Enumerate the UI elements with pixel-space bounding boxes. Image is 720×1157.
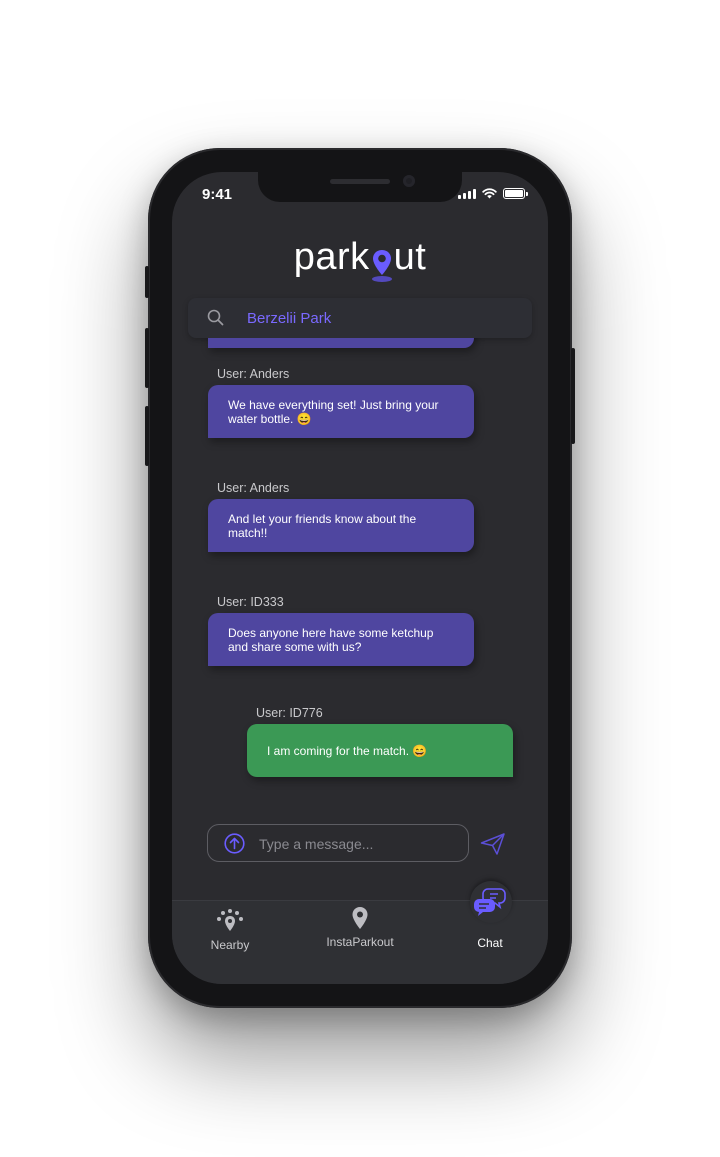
status-icons xyxy=(458,188,528,199)
phone-frame: 9:41 park ut Berzelii Park User: Anders … xyxy=(145,148,575,1008)
message-text: I am coming for the match. 😄 xyxy=(267,744,428,758)
tab-nearby[interactable]: Nearby xyxy=(200,908,260,952)
notch xyxy=(258,172,462,202)
message-input[interactable]: Type a message... xyxy=(207,824,469,862)
battery-tip xyxy=(526,191,528,196)
message-placeholder: Type a message... xyxy=(259,836,374,852)
message-username: User: ID333 xyxy=(217,595,284,609)
parkout-logo: park ut xyxy=(172,236,548,282)
search-input[interactable]: Berzelii Park xyxy=(247,310,331,327)
speaker xyxy=(330,179,390,184)
chat-fab[interactable] xyxy=(470,881,512,923)
bottom-tab-bar: Nearby InstaParkout Chat xyxy=(172,881,548,984)
logo-pin-icon xyxy=(371,247,393,282)
message-text: We have everything set! Just bring your … xyxy=(228,398,439,426)
upload-icon[interactable] xyxy=(224,833,245,854)
message-text: Does anyone here have some ketchup and s… xyxy=(228,626,434,654)
send-icon[interactable] xyxy=(480,832,506,856)
front-camera xyxy=(403,175,415,187)
search-icon xyxy=(207,309,224,326)
cellular-signal-icon xyxy=(458,188,476,199)
battery-icon xyxy=(503,188,525,199)
logo-text-right: ut xyxy=(393,236,427,278)
tab-instaparkout[interactable]: InstaParkout xyxy=(310,906,410,949)
power-button xyxy=(571,348,575,444)
message-bubble: And let your friends know about the matc… xyxy=(208,499,474,552)
message-username: User: Anders xyxy=(217,367,290,381)
volume-down-button xyxy=(145,406,149,466)
message-username: User: ID776 xyxy=(256,706,323,720)
location-pin-icon xyxy=(352,907,368,929)
volume-up-button xyxy=(145,328,149,388)
chat-messages[interactable]: User: Anders We have everything set! Jus… xyxy=(172,338,548,814)
chat-bubbles-icon xyxy=(474,888,506,916)
nearby-icon xyxy=(217,909,243,931)
search-bar[interactable]: Berzelii Park xyxy=(188,298,532,338)
logo-text-left: park xyxy=(293,236,370,278)
message-bubble: We have everything set! Just bring your … xyxy=(208,385,474,438)
message-bubble-partial xyxy=(208,338,474,348)
screen: 9:41 park ut Berzelii Park User: Anders … xyxy=(172,172,548,984)
tab-label: Nearby xyxy=(210,938,250,952)
message-bubble: Does anyone here have some ketchup and s… xyxy=(208,613,474,666)
tab-chat[interactable]: Chat xyxy=(460,936,520,950)
mute-switch xyxy=(145,266,149,298)
message-username: User: Anders xyxy=(217,481,290,495)
wifi-icon xyxy=(482,188,497,199)
status-time: 9:41 xyxy=(202,186,233,203)
message-text: And let your friends know about the matc… xyxy=(228,512,417,540)
message-bubble-own: I am coming for the match. 😄 xyxy=(247,724,513,777)
tab-label: InstaParkout xyxy=(326,935,394,949)
tab-label: Chat xyxy=(477,936,503,950)
